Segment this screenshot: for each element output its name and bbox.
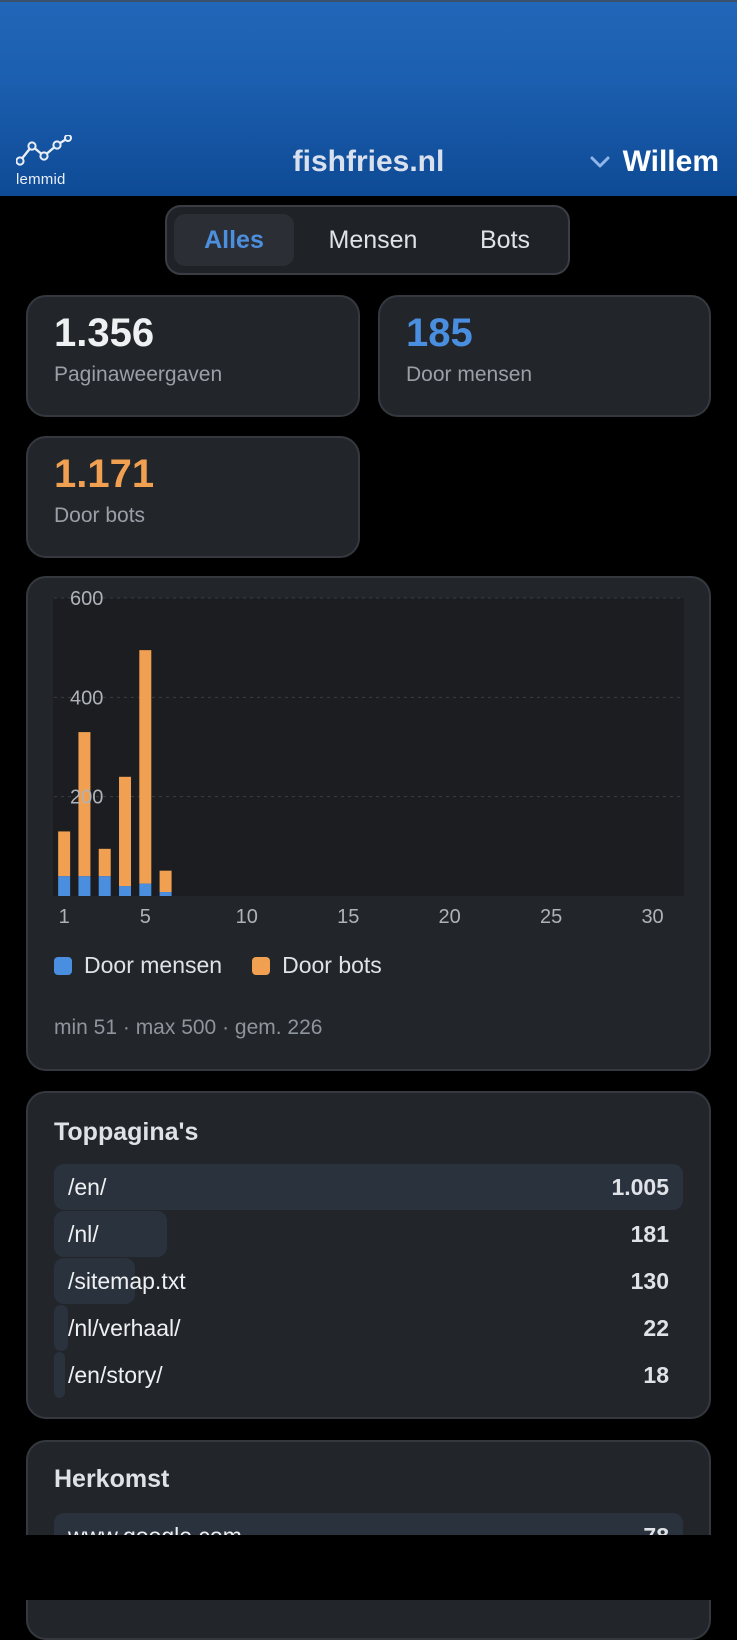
top-pages-card: Toppagina's /en/1.005/nl/181/sitemap.txt… [26, 1091, 711, 1419]
day-column-bg [174, 598, 197, 896]
legend-swatch-bots [252, 956, 271, 975]
day-column-bg [661, 598, 684, 896]
humans-card: 185 Door mensen [378, 295, 711, 417]
top-page-row-bar [54, 1352, 65, 1398]
day-column-bg [540, 598, 563, 896]
legend-item-bots[interactable]: Door bots [252, 952, 382, 979]
x-tick-label: 30 [641, 906, 663, 928]
top-page-row-bar [54, 1164, 683, 1210]
day-column-bg [438, 598, 461, 896]
top-page-path: /en/ [68, 1174, 107, 1200]
x-tick-label: 15 [337, 906, 359, 928]
legend-item-humans[interactable]: Door mensen [54, 952, 222, 979]
day-column-bg [377, 598, 400, 896]
bar-humans [119, 886, 132, 896]
day-column-bg [479, 598, 502, 896]
y-tick-label: 400 [70, 687, 103, 709]
y-tick-label: 600 [70, 588, 103, 610]
top-page-count: 1.005 [611, 1174, 669, 1200]
day-column-bg [621, 598, 644, 896]
top-page-path: /nl/ [68, 1221, 99, 1247]
bar-bots [119, 776, 132, 887]
top-page-row[interactable]: /en/1.005 [54, 1164, 683, 1210]
bar-humans [98, 876, 111, 896]
app-header: lemmid fishfries.nl Willem [0, 0, 737, 196]
top-page-path: /en/story/ [68, 1362, 163, 1388]
top-page-count: 130 [630, 1268, 669, 1294]
top-page-count: 18 [643, 1362, 669, 1388]
humans-label: Door mensen [406, 363, 533, 386]
day-column-bg [398, 598, 421, 896]
x-tick-label: 10 [236, 906, 258, 928]
top-page-row[interactable]: /sitemap.txt 130 [54, 1258, 683, 1304]
chart-summary: min 51 · max 500 · gem. 226 [54, 1016, 323, 1039]
bar-humans [78, 876, 91, 896]
bar-humans [58, 876, 71, 896]
day-column-bg [560, 598, 583, 896]
x-tick-label: 25 [540, 906, 562, 928]
tab-bots[interactable]: Bots [450, 214, 560, 266]
bar-humans [159, 892, 172, 896]
top-page-path: /sitemap.txt [68, 1268, 186, 1294]
x-tick-label: 5 [140, 906, 151, 928]
day-column-bg [215, 598, 238, 896]
day-column-bg [296, 598, 319, 896]
top-page-count: 181 [630, 1221, 669, 1247]
daily-chart-card: 600 400 200 1 5 10 15 20 25 30 Door mensen Door b… [26, 576, 711, 1071]
x-tick-label: 1 [59, 906, 70, 928]
day-column-bg [316, 598, 339, 896]
bottom-fade [0, 1535, 737, 1600]
bar-bots [58, 831, 71, 877]
day-column-bg [519, 598, 542, 896]
day-column-bg [337, 598, 360, 896]
user-name: Willem [622, 145, 719, 178]
x-tick-label: 20 [439, 906, 461, 928]
day-column-bg [357, 598, 380, 896]
legend-label-bots: Door bots [282, 952, 382, 978]
day-column-bg [641, 598, 664, 896]
chart-legend: Door mensen Door bots [54, 952, 412, 979]
day-column-bg [499, 598, 522, 896]
referrers-title: Herkomst [54, 1465, 170, 1493]
day-column-bg [235, 598, 258, 896]
day-column-bg [580, 598, 603, 896]
pageviews-label: Paginaweergaven [54, 363, 223, 386]
top-pages-title: Toppagina's [54, 1118, 199, 1146]
top-page-count: 22 [643, 1315, 669, 1341]
legend-label-humans: Door mensen [84, 952, 223, 978]
legend-swatch-humans [54, 956, 72, 975]
bar-bots [98, 848, 111, 877]
day-column-bg [458, 598, 481, 896]
top-page-row[interactable]: /en/story/18 [54, 1352, 683, 1398]
pageviews-card: 1.356 Paginaweergaven [26, 295, 360, 417]
tab-mensen[interactable]: Mensen [303, 214, 443, 266]
bots-label: Door bots [54, 504, 146, 527]
day-column-bg [276, 598, 299, 896]
user-menu[interactable]: Willem [589, 145, 719, 179]
bots-card: 1.171 Door bots [26, 436, 360, 558]
bar-bots [139, 650, 152, 884]
pageviews-value: 1.356 [54, 311, 155, 355]
day-column-bg [195, 598, 218, 896]
y-tick-label: 200 [70, 787, 103, 809]
chevron-down-icon [590, 156, 610, 168]
top-page-row[interactable]: /nl/181 [54, 1211, 683, 1257]
humans-value: 185 [406, 311, 473, 355]
day-column-bg [600, 598, 623, 896]
top-page-path: /nl/verhaal/ [68, 1315, 181, 1341]
day-column-bg [418, 598, 441, 896]
daily-bar-chart: 6004002001 5 10 15 20 25 30 [53, 588, 684, 928]
bots-value: 1.171 [54, 452, 155, 496]
tab-alles[interactable]: Alles [174, 214, 294, 266]
day-column-bg [154, 598, 177, 896]
day-column-bg [256, 598, 279, 896]
bar-bots [159, 870, 172, 893]
segment-control: Alles Mensen Bots [165, 205, 570, 275]
top-page-row[interactable]: /nl/verhaal/22 [54, 1305, 683, 1351]
bar-humans [139, 883, 152, 896]
top-page-row-bar [54, 1305, 68, 1351]
